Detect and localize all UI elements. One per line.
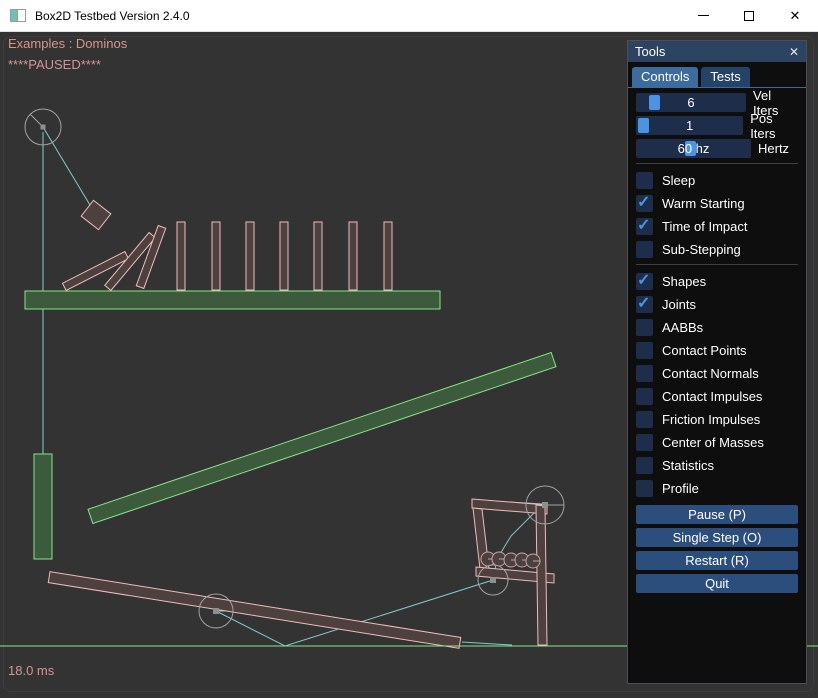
panel-body: 6 Vel Iters 1 Pos Iters 60 hz Hertz ✓ Sl… [628,88,806,593]
domino-platform [25,291,440,309]
maximize-button[interactable] [726,0,772,31]
slider-value: 1 [636,116,743,135]
button-pause-p[interactable]: Pause (P) [636,505,798,524]
tab-tests[interactable]: Tests [701,67,749,87]
checkbox-sub-stepping[interactable]: ✓ [636,241,653,258]
checkbox-statistics[interactable]: ✓ [636,457,653,474]
dominoes [62,222,392,290]
frame-time-label: 18.0 ms [8,663,54,678]
window-titlebar[interactable]: Box2D Testbed Version 2.4.0 ✕ [0,0,818,32]
separator [636,264,798,265]
checkbox-row: ✓ Contact Impulses [636,388,798,405]
checkbox-row: ✓ Center of Masses [636,434,798,451]
slider-value: 60 hz [636,139,751,158]
checkbox-joints[interactable]: ✓ [636,296,653,313]
tools-panel: Tools ✕ Controls Tests 6 Vel Iters 1 Pos… [627,40,807,684]
checkbox-row: ✓ Contact Points [636,342,798,359]
checkbox-sleep[interactable]: ✓ [636,172,653,189]
checkbox-center-of-masses[interactable]: ✓ [636,434,653,451]
slider-group: 6 Vel Iters 1 Pos Iters 60 hz Hertz [636,93,798,158]
slider-row: 6 Vel Iters [636,93,798,112]
close-icon: ✕ [790,9,801,22]
checkbox-label: Shapes [662,274,706,289]
checkbox-profile[interactable]: ✓ [636,480,653,497]
button-single-step-o[interactable]: Single Step (O) [636,528,798,547]
minimize-button[interactable] [680,0,726,31]
panel-tabbar: Controls Tests [628,62,806,88]
checkbox-row: ✓ Warm Starting [636,195,798,212]
tools-panel-title: Tools [635,44,665,59]
checkbox-contact-points[interactable]: ✓ [636,342,653,359]
tools-panel-titlebar[interactable]: Tools ✕ [628,41,806,62]
action-buttons: Pause (P) Single Step (O) Restart (R) Qu… [636,505,798,593]
checkbox-label: Statistics [662,458,714,473]
checkbox-label: Time of Impact [662,219,747,234]
example-label: Examples : Dominos [8,36,127,51]
checkmark-icon: ✓ [637,215,650,235]
checkbox-label: Joints [662,297,696,312]
box2d-testbed-window: { "window": { "title": "Box2D Testbed Ve… [0,0,818,698]
checkbox-label: Profile [662,481,699,496]
minimize-icon [698,15,709,16]
checkbox-label: Center of Masses [662,435,764,450]
paused-label: ****PAUSED**** [8,57,101,72]
slider-vel-iters[interactable]: 6 [636,93,746,112]
window-controls: ✕ [680,0,818,31]
checkbox-aabbs[interactable]: ✓ [636,319,653,336]
solver-checkbox-group: ✓ Sleep ✓ Warm Starting ✓ Time of Impact… [636,172,798,258]
checkbox-row: ✓ Contact Normals [636,365,798,382]
checkbox-row: ✓ Joints [636,296,798,313]
window-title: Box2D Testbed Version 2.4.0 [35,9,190,23]
checkbox-contact-impulses[interactable]: ✓ [636,388,653,405]
checkmark-icon: ✓ [637,293,650,313]
checkmark-icon: ✓ [637,192,650,212]
checkbox-label: Contact Impulses [662,389,762,404]
checkbox-label: Warm Starting [662,196,745,211]
checkbox-contact-normals[interactable]: ✓ [636,365,653,382]
slider-hertz[interactable]: 60 hz [636,139,751,158]
maximize-icon [744,11,754,21]
checkbox-label: Contact Normals [662,366,759,381]
slider-value: 6 [636,93,746,112]
separator [636,163,798,164]
checkbox-row: ✓ Sub-Stepping [636,241,798,258]
slider-label: Pos Iters [750,111,798,141]
slider-row: 60 hz Hertz [636,139,798,158]
tab-controls[interactable]: Controls [632,67,698,87]
frame-structure [472,499,554,645]
button-restart-r[interactable]: Restart (R) [636,551,798,570]
checkbox-label: Sleep [662,173,695,188]
checkbox-warm-starting[interactable]: ✓ [636,195,653,212]
checkbox-label: Friction Impulses [662,412,760,427]
checkbox-friction-impulses[interactable]: ✓ [636,411,653,428]
draw-checkbox-group: ✓ Shapes ✓ Joints ✓ AABBs ✓ Contact Poin… [636,273,798,497]
app-icon-left [11,10,18,21]
checkbox-row: ✓ Statistics [636,457,798,474]
close-button[interactable]: ✕ [772,0,818,31]
checkbox-row: ✓ AABBs [636,319,798,336]
slider-pos-iters[interactable]: 1 [636,116,743,135]
slider-row: 1 Pos Iters [636,116,798,135]
left-green-post [34,454,52,559]
checkbox-row: ✓ Sleep [636,172,798,189]
tilted-green-plank [88,353,556,524]
app-icon-right [18,10,25,21]
tools-panel-close-button[interactable]: ✕ [789,46,799,58]
checkbox-row: ✓ Profile [636,480,798,497]
checkbox-row: ✓ Friction Impulses [636,411,798,428]
checkbox-label: Contact Points [662,343,747,358]
checkmark-icon: ✓ [637,270,650,290]
slider-label: Hertz [758,141,789,156]
checkbox-label: AABBs [662,320,703,335]
checkbox-shapes[interactable]: ✓ [636,273,653,290]
app-icon [10,9,26,22]
button-quit[interactable]: Quit [636,574,798,593]
checkbox-label: Sub-Stepping [662,242,741,257]
checkbox-row: ✓ Shapes [636,273,798,290]
swinging-box [81,200,111,229]
checkbox-time-of-impact[interactable]: ✓ [636,218,653,235]
checkbox-row: ✓ Time of Impact [636,218,798,235]
